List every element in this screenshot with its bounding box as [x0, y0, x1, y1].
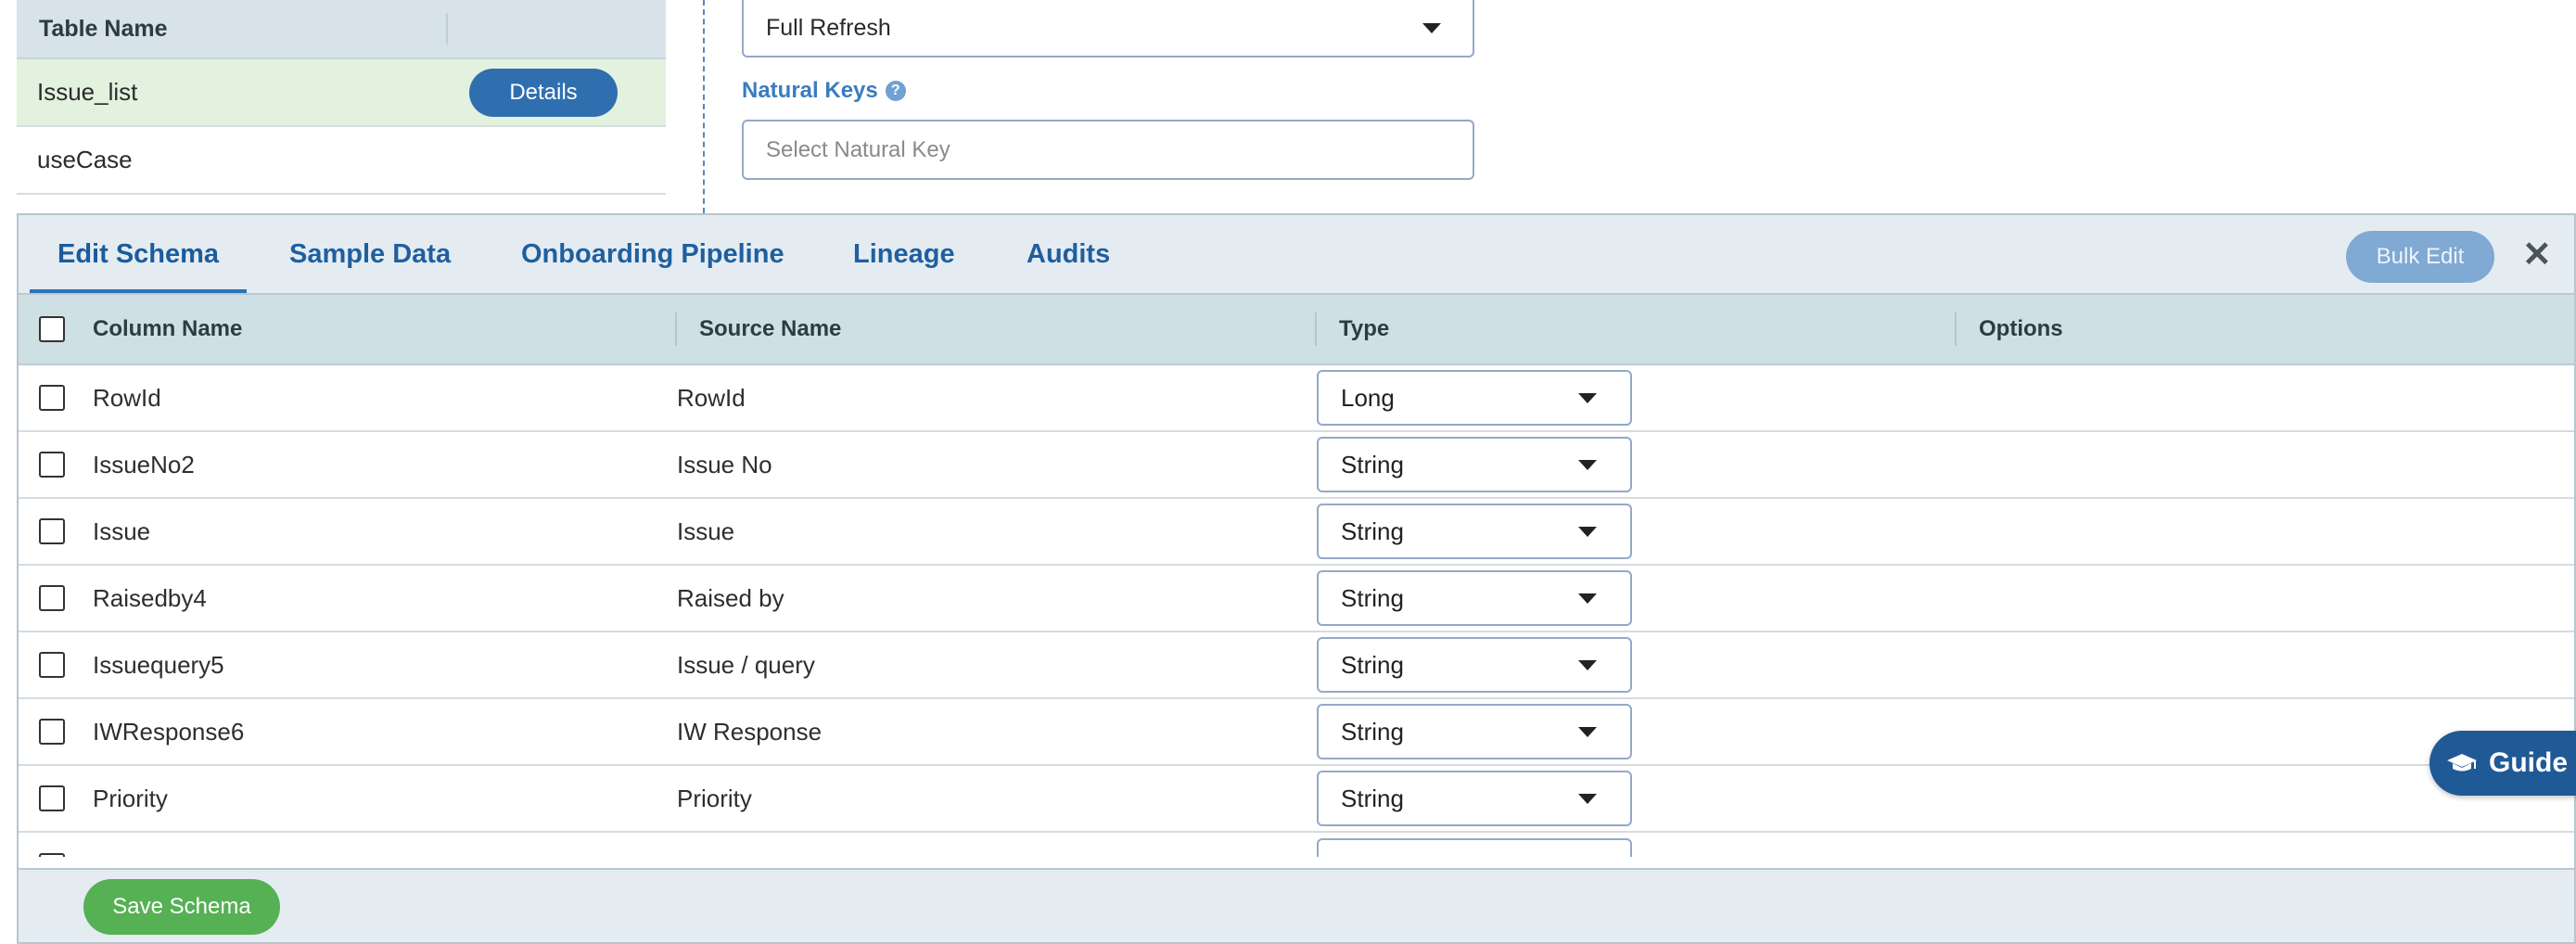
type-value: String: [1341, 784, 1404, 812]
type-value: String: [1341, 717, 1404, 746]
column-name: Issuequery5: [93, 650, 224, 679]
source-name: Priority: [677, 784, 752, 812]
save-schema-button[interactable]: Save Schema: [83, 879, 280, 935]
tab-sample-data[interactable]: Sample Data: [289, 239, 451, 293]
type-header: Type: [1317, 313, 1957, 346]
table-row-usecase[interactable]: useCase: [17, 127, 666, 195]
type-select[interactable]: String: [1317, 504, 1632, 559]
select-all-cell: [19, 316, 93, 342]
sync-type-value: Full Refresh: [766, 14, 891, 41]
source-name: Issue: [677, 517, 735, 545]
source-name: Issue / query: [677, 650, 815, 679]
chevron-down-icon: [1578, 659, 1597, 670]
column-name: IWResponse6: [93, 717, 245, 746]
table-row: Issue Issue String: [19, 499, 2574, 566]
row-checkbox[interactable]: [39, 385, 65, 411]
sync-type-select[interactable]: Full Refresh: [742, 0, 1474, 57]
table-name: Issue_list: [37, 78, 138, 106]
type-value: Long: [1341, 383, 1395, 412]
source-name-header: Source Name: [677, 313, 1317, 346]
tab-onboarding-pipeline[interactable]: Onboarding Pipeline: [521, 239, 784, 293]
column-name: Priority: [93, 784, 168, 812]
column-name: IssueNo2: [93, 450, 195, 478]
table-list-header: Table Name: [17, 0, 666, 59]
row-checkbox[interactable]: [39, 652, 65, 678]
chevron-down-icon: [1578, 793, 1597, 804]
schema-footer: Save Schema: [19, 868, 2574, 942]
type-select[interactable]: String: [1317, 771, 1632, 826]
column-name: Raisedby4: [93, 583, 207, 612]
chevron-down-icon: [1578, 392, 1597, 403]
details-button[interactable]: Details: [469, 68, 618, 117]
table-row: Priority Priority String: [19, 766, 2574, 833]
row-checkbox[interactable]: [39, 785, 65, 811]
tab-lineage[interactable]: Lineage: [853, 239, 955, 293]
type-select[interactable]: String: [1317, 570, 1632, 626]
graduation-cap-icon: [2447, 754, 2477, 772]
table-row: Raisedby4 Raised by String: [19, 566, 2574, 632]
schema-tabs: Edit Schema Sample Data Onboarding Pipel…: [19, 215, 2574, 295]
row-checkbox[interactable]: [39, 518, 65, 544]
tab-edit-schema[interactable]: Edit Schema: [30, 239, 248, 293]
divider: [703, 0, 705, 213]
column-name: Issue: [93, 517, 151, 545]
select-all-checkbox[interactable]: [39, 316, 65, 342]
type-value: String: [1341, 650, 1404, 679]
row-checkbox[interactable]: [39, 585, 65, 611]
bulk-edit-button[interactable]: Bulk Edit: [2346, 231, 2494, 283]
natural-keys-label-text: Natural Keys: [742, 78, 878, 103]
natural-keys-label: Natural Keys ?: [742, 78, 906, 104]
table-row: RowId RowId Long: [19, 365, 2574, 432]
natural-key-input[interactable]: [742, 120, 1474, 180]
chevron-down-icon: [1578, 726, 1597, 737]
chevron-down-icon: [1578, 459, 1597, 470]
chevron-down-icon: [1578, 593, 1597, 604]
help-icon[interactable]: ?: [885, 81, 906, 101]
source-name: IW Response: [677, 717, 823, 746]
table-name: useCase: [37, 146, 133, 173]
tab-audits[interactable]: Audits: [1027, 239, 1110, 293]
table-name-header: Table Name: [17, 13, 448, 45]
type-select[interactable]: String: [1317, 704, 1632, 759]
table-row-issue-list[interactable]: Issue_list Details: [17, 59, 666, 127]
schema-panel: Edit Schema Sample Data Onboarding Pipel…: [17, 213, 2576, 944]
table-row: IWResponse6 IW Response String: [19, 699, 2574, 766]
row-checkbox[interactable]: [39, 719, 65, 745]
schema-rows: RowId RowId Long IssueNo2 Issue No Strin…: [19, 365, 2574, 857]
type-select[interactable]: [1317, 838, 1632, 857]
row-checkbox[interactable]: [39, 452, 65, 478]
row-checkbox[interactable]: [39, 853, 65, 857]
table-row: Issuequery5 Issue / query String: [19, 632, 2574, 699]
chevron-down-icon: [1422, 22, 1441, 33]
guide-button[interactable]: Guide: [2429, 731, 2576, 796]
options-header: Options: [1979, 316, 2063, 341]
source-name: RowId: [677, 383, 746, 412]
guide-label: Guide: [2489, 747, 2569, 778]
column-name-header: Column Name: [93, 313, 677, 346]
type-value: String: [1341, 517, 1404, 545]
source-name: Issue No: [677, 450, 772, 478]
type-value: String: [1341, 450, 1404, 478]
close-icon[interactable]: ✕: [2522, 232, 2552, 278]
type-select[interactable]: Long: [1317, 370, 1632, 426]
type-value: String: [1341, 583, 1404, 612]
type-select[interactable]: String: [1317, 637, 1632, 693]
table-row-partial: [19, 833, 2574, 857]
table-row: IssueNo2 Issue No String: [19, 432, 2574, 499]
source-name: Raised by: [677, 583, 784, 612]
table-list: Table Name Issue_list Details useCase: [17, 0, 666, 195]
schema-grid-header: Column Name Source Name Type Options: [19, 295, 2574, 365]
type-select[interactable]: String: [1317, 437, 1632, 492]
chevron-down-icon: [1578, 526, 1597, 537]
column-name: RowId: [93, 383, 161, 412]
